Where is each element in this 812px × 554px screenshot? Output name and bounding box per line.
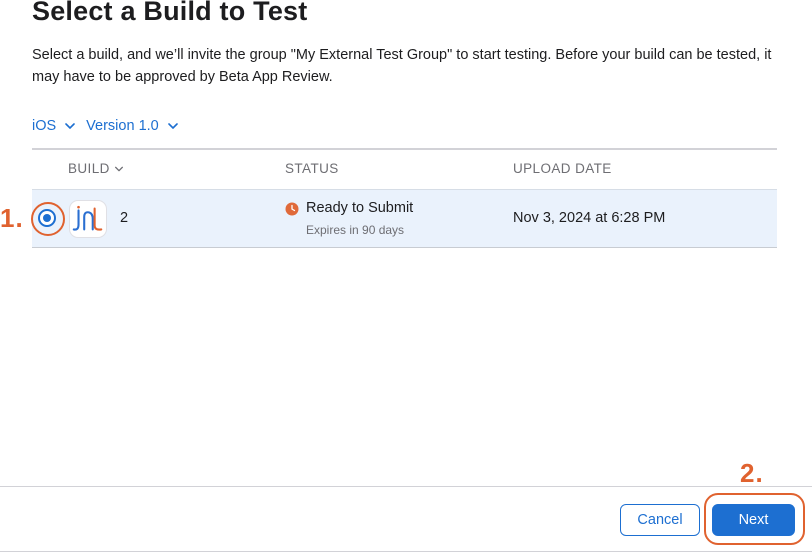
column-header-upload-date: UPLOAD DATE <box>513 161 612 176</box>
status-expiry: Expires in 90 days <box>306 223 405 237</box>
cancel-button[interactable]: Cancel <box>620 504 700 536</box>
chevron-down-icon <box>114 164 124 174</box>
upload-date: Nov 3, 2024 at 6:28 PM <box>513 210 666 226</box>
page-title: Select a Build to Test <box>32 0 308 26</box>
clock-status-icon <box>285 202 299 216</box>
annotation-step-1: 1. <box>0 203 24 233</box>
table-header: BUILD STATUS UPLOAD DATE <box>32 150 777 188</box>
status-text: Ready to Submit <box>306 200 414 216</box>
column-header-build[interactable]: BUILD <box>68 161 124 176</box>
footer-divider <box>0 486 812 487</box>
chevron-down-icon <box>167 120 179 132</box>
version-filter[interactable]: Version 1.0 <box>86 118 179 134</box>
chevron-down-icon <box>64 120 76 132</box>
app-icon <box>69 200 107 238</box>
column-header-build-label: BUILD <box>68 161 110 176</box>
filter-bar: iOS Version 1.0 <box>32 116 179 136</box>
bottom-divider <box>0 551 812 552</box>
version-filter-label: Version 1.0 <box>86 118 159 134</box>
platform-filter-label: iOS <box>32 118 57 134</box>
build-radio-button[interactable] <box>38 209 56 227</box>
build-number: 2 <box>120 210 129 226</box>
table-row[interactable]: 2 Ready to Submit Expires in 90 days Nov… <box>32 189 777 248</box>
next-button[interactable]: Next <box>712 504 795 536</box>
page-description: Select a build, and we’ll invite the gro… <box>32 47 772 85</box>
platform-filter[interactable]: iOS <box>32 118 76 134</box>
annotation-step-2: 2. <box>740 458 764 488</box>
column-header-status: STATUS <box>285 161 339 176</box>
